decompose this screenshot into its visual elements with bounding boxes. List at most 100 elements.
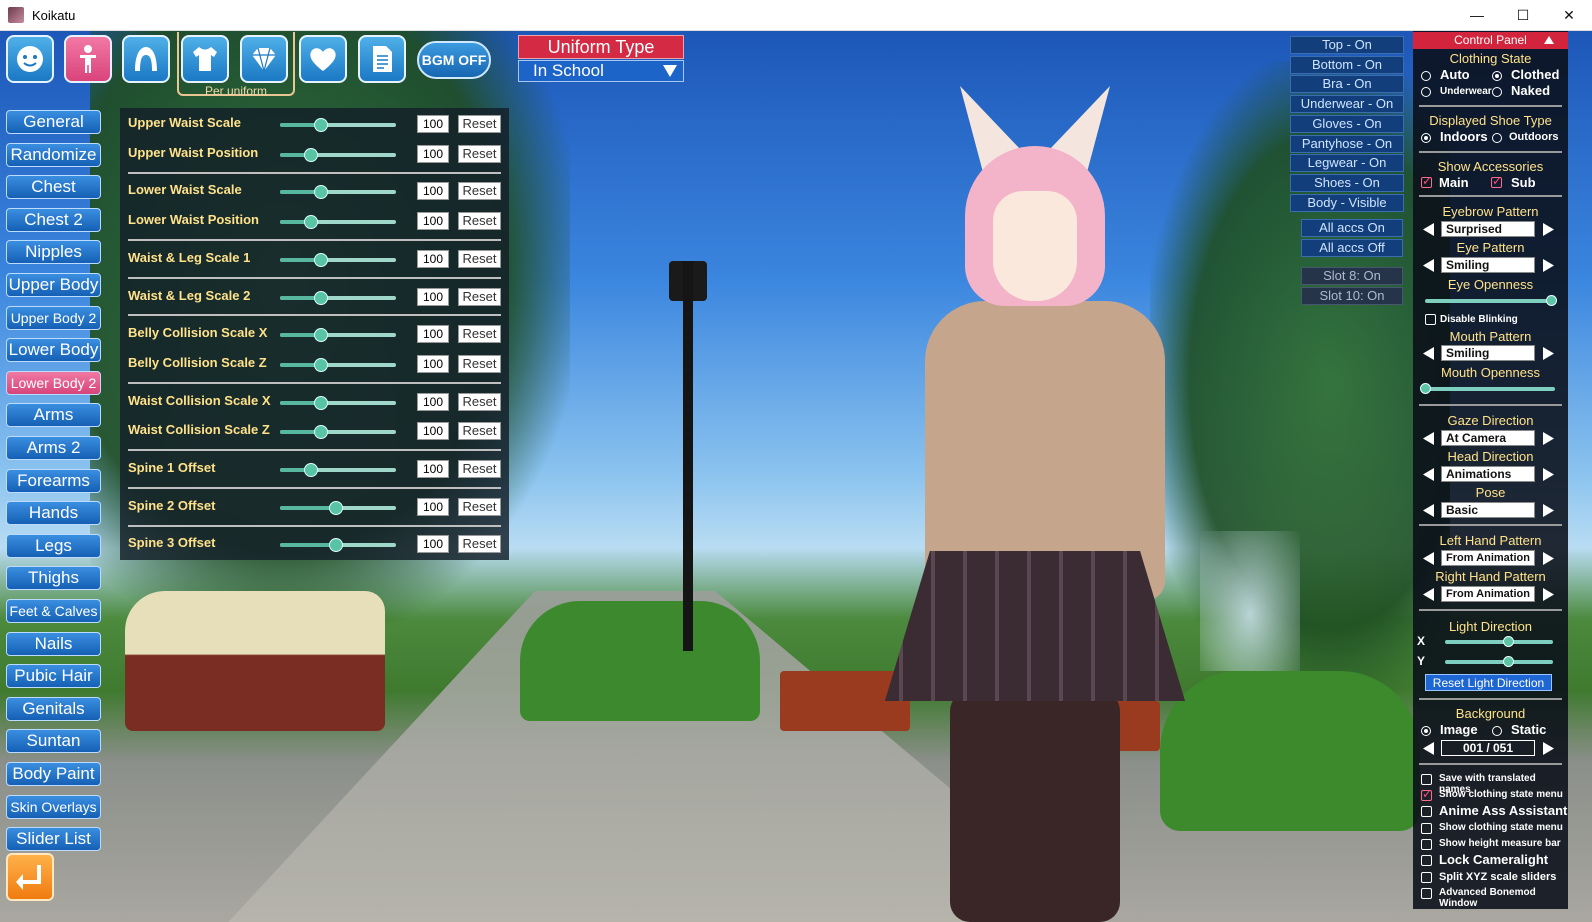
slider-reset-button[interactable]: Reset [458,460,501,478]
slider-value-input[interactable]: 100 [417,145,449,163]
toggle-gloves-on-button[interactable]: Gloves - On [1290,114,1404,133]
slider-value-input[interactable]: 100 [417,422,449,440]
slider-knob[interactable] [304,148,319,162]
slider-track[interactable] [280,185,396,199]
slider-track[interactable] [280,425,396,439]
shoe-indoors-radio[interactable] [1421,133,1431,143]
maximize-button[interactable]: ☐ [1500,0,1546,30]
light-x-slider[interactable] [1445,636,1553,647]
face-tab-button[interactable] [6,35,54,83]
slider-value-input[interactable]: 100 [417,355,449,373]
nav-body-paint-button[interactable]: Body Paint [6,762,101,786]
option-show-height-measure-bar-checkbox[interactable] [1421,839,1432,850]
personality-tab-button[interactable] [299,35,347,83]
toggle-shoes-on-button[interactable]: Shoes - On [1290,173,1404,192]
option-anime-ass-assistant-checkbox[interactable] [1421,806,1432,817]
clothing-state-underwear-radio[interactable] [1421,87,1431,97]
slider-track[interactable] [280,396,396,410]
nav-upper-body-2-button[interactable]: Upper Body 2 [6,305,101,330]
mouth-openness-knob[interactable] [1420,383,1431,394]
slider-track[interactable] [280,358,396,372]
pose-next-arrow-icon[interactable] [1543,504,1554,517]
slider-knob[interactable] [304,463,319,477]
slider-value-input[interactable]: 100 [417,535,449,553]
slider-value-input[interactable]: 100 [417,212,449,230]
gaze-prev-arrow-icon[interactable] [1423,432,1434,445]
slider-reset-button[interactable]: Reset [458,355,501,373]
toggle-bra-on-button[interactable]: Bra - On [1290,75,1404,94]
nav-chest-2-button[interactable]: Chest 2 [6,207,101,232]
head-next-arrow-icon[interactable] [1543,468,1554,481]
background-next-arrow-icon[interactable] [1543,742,1554,755]
toggle-bottom-on-button[interactable]: Bottom - On [1290,55,1404,74]
slider-track[interactable] [280,291,396,305]
option-lock-cameralight-checkbox[interactable] [1421,855,1432,866]
slider-track[interactable] [280,148,396,162]
slider-knob[interactable] [313,253,328,267]
slider-knob[interactable] [313,425,328,439]
slider-reset-button[interactable]: Reset [458,182,501,200]
clothes-tab-button[interactable] [181,35,229,83]
nav-slider-list-button[interactable]: Slider List [6,827,101,852]
slider-track[interactable] [280,253,396,267]
character-model[interactable] [875,61,1195,922]
slider-reset-button[interactable]: Reset [458,393,501,411]
mouth-prev-arrow-icon[interactable] [1423,347,1434,360]
disable-blinking-checkbox[interactable] [1425,314,1436,325]
toggle-top-on-button[interactable]: Top - On [1290,36,1404,54]
accessory-tab-button[interactable] [240,35,288,83]
slider-knob[interactable] [304,215,319,229]
hair-tab-button[interactable] [122,35,170,83]
slider-knob[interactable] [313,291,328,305]
nav-thighs-button[interactable]: Thighs [6,566,101,591]
toggle-pantyhose-on-button[interactable]: Pantyhose - On [1290,134,1404,153]
nav-feet-and-calves-button[interactable]: Feet & Calves [6,599,101,623]
light-y-knob[interactable] [1502,656,1514,667]
show-sub-accessories-checkbox[interactable] [1491,174,1502,188]
nav-legs-button[interactable]: Legs [6,533,101,558]
nav-arms-2-button[interactable]: Arms 2 [6,436,101,460]
toggle-slot-8-on-button[interactable]: Slot 8: On [1301,267,1403,285]
slider-track[interactable] [280,463,396,477]
slider-reset-button[interactable]: Reset [458,212,501,230]
control-panel-header[interactable]: Control Panel [1413,32,1568,49]
slider-value-input[interactable]: 100 [417,182,449,200]
slider-reset-button[interactable]: Reset [458,325,501,343]
slider-track[interactable] [280,118,396,132]
back-button[interactable] [6,853,54,901]
minimize-button[interactable]: — [1454,0,1500,30]
clothing-state-auto-radio[interactable] [1421,71,1431,81]
toggle-legwear-on-button[interactable]: Legwear - On [1290,154,1404,173]
slider-track[interactable] [280,501,396,515]
toggle-all-accs-on-button[interactable]: All accs On [1301,219,1403,237]
slider-value-input[interactable]: 100 [417,288,449,306]
slider-value-input[interactable]: 100 [417,325,449,343]
show-main-accessories-checkbox[interactable] [1421,174,1432,188]
nav-suntan-button[interactable]: Suntan [6,729,101,754]
slider-knob[interactable] [328,501,343,515]
background-prev-arrow-icon[interactable] [1423,742,1434,755]
shoe-outdoors-radio[interactable] [1492,133,1502,143]
nav-nipples-button[interactable]: Nipples [6,240,101,265]
slider-value-input[interactable]: 100 [417,393,449,411]
right-hand-next-arrow-icon[interactable] [1543,588,1554,601]
option-advanced-bonemod-window-checkbox[interactable] [1421,888,1432,899]
left-hand-next-arrow-icon[interactable] [1543,552,1554,565]
eyebrow-prev-arrow-icon[interactable] [1423,223,1434,236]
slider-knob[interactable] [313,358,328,372]
slider-knob[interactable] [313,396,328,410]
slider-reset-button[interactable]: Reset [458,115,501,133]
clothing-state-clothed-radio[interactable] [1492,71,1502,81]
slider-track[interactable] [280,538,396,552]
eye-openness-slider[interactable] [1425,295,1558,306]
nav-upper-body-button[interactable]: Upper Body [6,273,101,297]
bgm-toggle-button[interactable]: BGM OFF [417,41,491,79]
right-hand-prev-arrow-icon[interactable] [1423,588,1434,601]
mouth-openness-slider[interactable] [1420,383,1555,394]
toggle-all-accs-off-button[interactable]: All accs Off [1301,239,1403,257]
nav-hands-button[interactable]: Hands [6,501,101,526]
eye-openness-knob[interactable] [1546,295,1558,306]
slider-knob[interactable] [313,328,328,342]
nav-chest-button[interactable]: Chest [6,175,101,200]
uniform-type-dropdown[interactable]: In School [518,60,684,82]
